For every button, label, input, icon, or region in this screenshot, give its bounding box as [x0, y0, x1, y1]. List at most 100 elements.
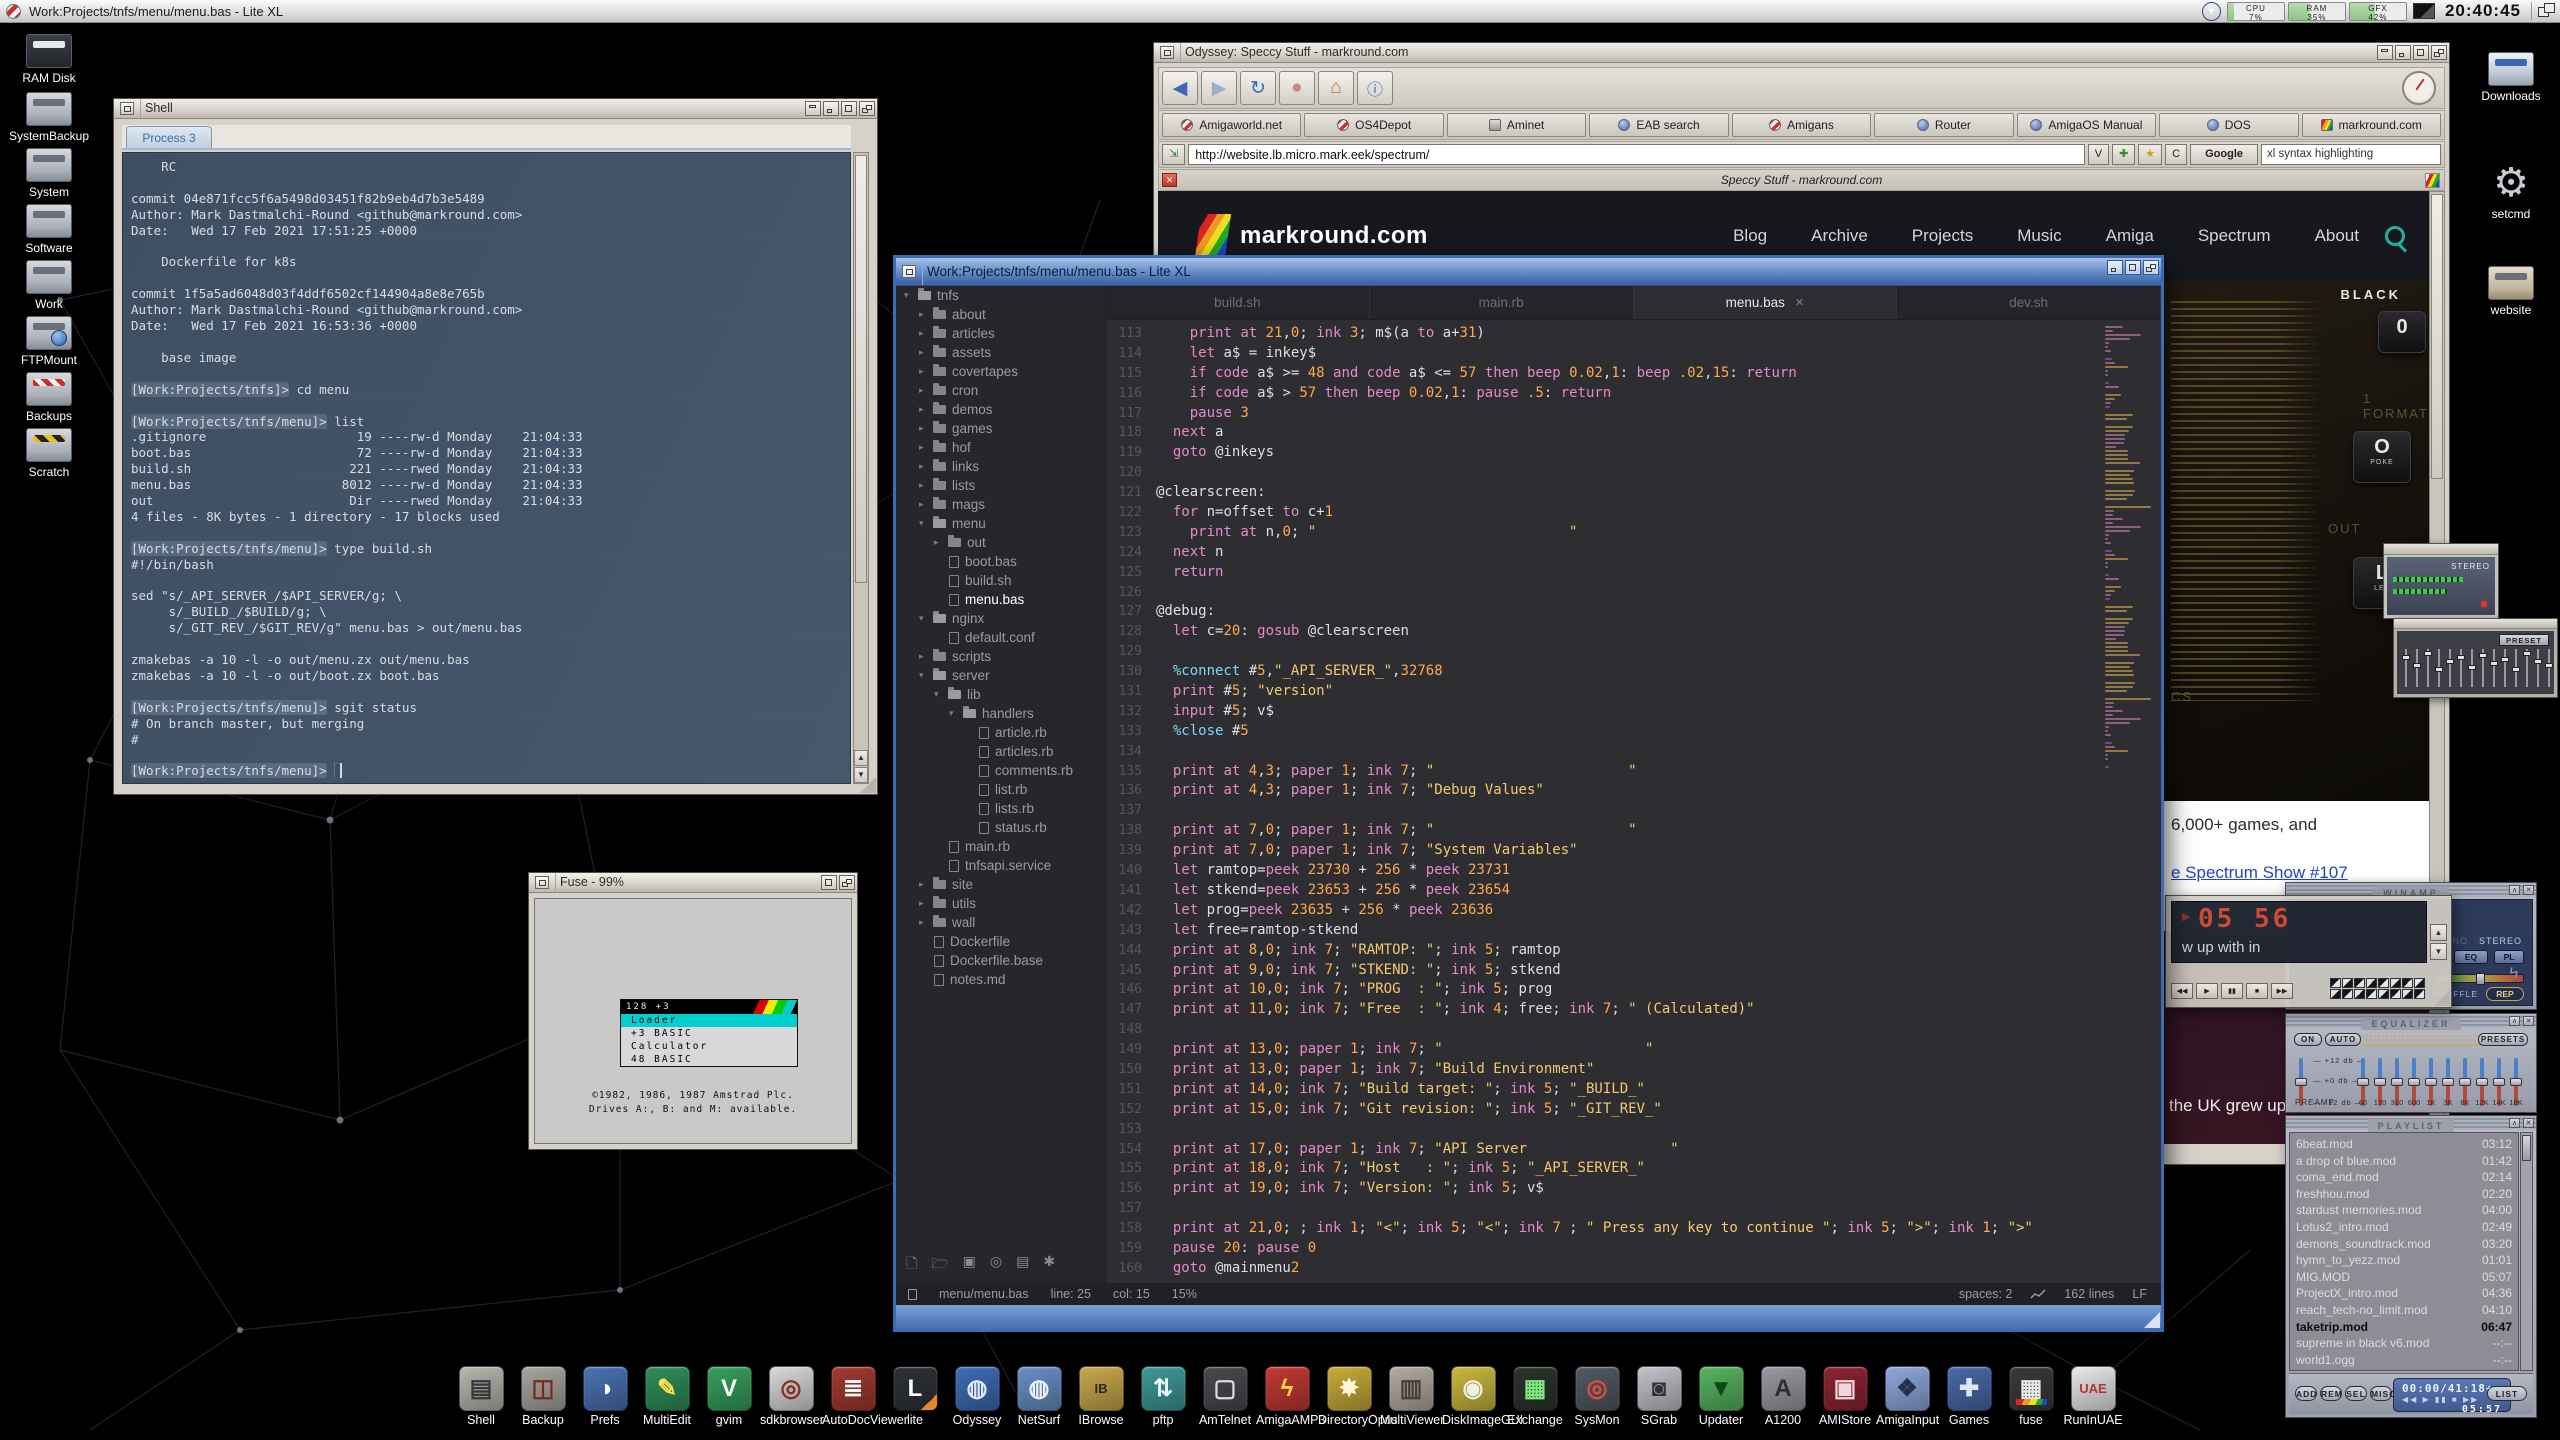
dock-item-updater[interactable]: ▼Updater	[1690, 1366, 1752, 1427]
playlist-row[interactable]: 6beat.mod03:12	[2296, 1136, 2518, 1153]
tree-item-status-rb[interactable]: status.rb	[896, 818, 1105, 837]
desktop-icon-systembackup[interactable]: SystemBackup	[6, 92, 92, 143]
dock-item-odyssey[interactable]: ◍Odyssey	[946, 1366, 1008, 1427]
dock-item-amigainput[interactable]: ❖AmigaInput	[1876, 1366, 1938, 1427]
shade-button[interactable]: ∧	[2509, 1016, 2520, 1026]
site-nav-about[interactable]: About	[2315, 226, 2359, 246]
shade-button[interactable]	[805, 101, 821, 116]
tree-item-assets[interactable]: ▸assets	[896, 343, 1105, 362]
site-logo[interactable]: markround.com	[1198, 214, 1428, 258]
dock-item-fuse[interactable]: ▦fuse	[2000, 1366, 2062, 1427]
tree-item-articles-rb[interactable]: articles.rb	[896, 742, 1105, 761]
tree-item-out[interactable]: ▸out	[896, 533, 1105, 552]
litexl-editor-window[interactable]: Work:Projects/tnfs/menu/menu.bas - Lite …	[893, 255, 2164, 1332]
tree-item-games[interactable]: ▸games	[896, 419, 1105, 438]
depth-button[interactable]	[859, 101, 875, 116]
zoom-button[interactable]	[821, 875, 837, 890]
tree-item-main-rb[interactable]: main.rb	[896, 837, 1105, 856]
mixer-slider[interactable]	[2504, 649, 2506, 687]
dock-item-amtelnet[interactable]: ▢AmTelnet	[1194, 1366, 1256, 1427]
iconify-button[interactable]	[2107, 260, 2123, 275]
screen-titlebar[interactable]: Work:Projects/tnfs/menu/menu.bas - Lite …	[0, 0, 2560, 23]
zoom-button[interactable]	[841, 101, 857, 116]
dock-item-shell[interactable]: ▤Shell	[450, 1366, 512, 1427]
playlist-row[interactable]: ProjectX_intro.mod04:36	[2296, 1285, 2518, 1302]
resize-grip[interactable]	[2144, 1312, 2160, 1328]
editor-titlebar[interactable]: Work:Projects/tnfs/menu/menu.bas - Lite …	[896, 258, 2161, 286]
mixer-slider[interactable]	[2537, 649, 2539, 687]
tree-item-lists-rb[interactable]: lists.rb	[896, 799, 1105, 818]
mini-player-window[interactable]: ▶ 05 56 w up with in ▲ ▼ ◀◀▶▮▮■▶▶	[2165, 895, 2452, 1008]
dock-item-exchange[interactable]: ▦Exchange	[1504, 1366, 1566, 1427]
desktop-icon-ram-disk[interactable]: RAM Disk	[6, 34, 92, 85]
tree-item-mags[interactable]: ▸mags	[896, 495, 1105, 514]
repeat-button[interactable]: REP	[2486, 987, 2524, 1001]
iconify-button[interactable]	[2395, 45, 2411, 60]
resize-grip[interactable]	[2434, 990, 2450, 1006]
desktop-icon-work[interactable]: Work	[6, 260, 92, 311]
tree-item-article-rb[interactable]: article.rb	[896, 723, 1105, 742]
bookmark-amigaworld-net[interactable]: Amigaworld.net	[1162, 113, 1301, 137]
close-tab-icon[interactable]: ✕	[1795, 296, 1804, 309]
tree-item-lib[interactable]: ▾lib	[896, 685, 1105, 704]
tree-item-default-conf[interactable]: default.conf	[896, 628, 1105, 647]
tree-item-lists[interactable]: ▸lists	[896, 476, 1105, 495]
tree-item-links[interactable]: ▸links	[896, 457, 1105, 476]
status-spaces[interactable]: spaces: 2	[1959, 1287, 2013, 1301]
search-field[interactable]: xl syntax highlighting	[2261, 144, 2441, 165]
tree-item-tnfsapi-service[interactable]: tnfsapi.service	[896, 856, 1105, 875]
shade-button[interactable]: ∧	[2509, 1118, 2520, 1128]
dock-item-sysmon[interactable]: ◎SysMon	[1566, 1366, 1628, 1427]
dock-item-prefs[interactable]: ◑Prefs	[574, 1366, 636, 1427]
mixer-slider[interactable]	[2471, 649, 2473, 687]
desktop-icon-ftpmount[interactable]: FTPMount	[6, 316, 92, 367]
tree-item-about[interactable]: ▸about	[896, 305, 1105, 324]
desktop-icon-scratch[interactable]: Scratch	[6, 428, 92, 479]
mixer-slider[interactable]	[2449, 649, 2451, 687]
depth-button[interactable]	[2431, 45, 2447, 60]
shade-button[interactable]: ∧	[2509, 885, 2520, 895]
playlist-row[interactable]: hymn_to_yezz.mod01:01	[2296, 1252, 2518, 1269]
file-tree[interactable]: ▾tnfs▸about▸articles▸assets▸covertapes▸c…	[896, 286, 1106, 1283]
dock-item-runinuae[interactable]: UAERunInUAE	[2062, 1366, 2124, 1427]
tree-item-utils[interactable]: ▸utils	[896, 894, 1105, 913]
tree-item-tnfs[interactable]: ▾tnfs	[896, 286, 1105, 305]
dock-item-amigaamp3[interactable]: ϟAmigaAMP3	[1256, 1366, 1318, 1427]
spectrum-menu-item[interactable]: +3 BASIC	[621, 1027, 797, 1040]
dock-item-autodocviewer[interactable]: ≣AutoDocViewer	[822, 1366, 884, 1427]
site-nav-amiga[interactable]: Amiga	[2106, 226, 2154, 246]
stop-button[interactable]: ●	[1279, 71, 1315, 105]
dock-item-ibrowse[interactable]: IBIBrowse	[1070, 1366, 1132, 1427]
shell-tab-process3[interactable]: Process 3	[126, 126, 212, 148]
zoom-button[interactable]	[2125, 260, 2141, 275]
list-button[interactable]: LIST	[2487, 1386, 2527, 1401]
tree-item-articles[interactable]: ▸articles	[896, 324, 1105, 343]
playlist-row[interactable]: coma_end.mod02:14	[2296, 1169, 2518, 1186]
bookmark-star-icon[interactable]: ★	[2138, 144, 2162, 165]
tree-item-build-sh[interactable]: build.sh	[896, 571, 1105, 590]
playlist-misc-button[interactable]: MISC	[2370, 1386, 2392, 1401]
url-field[interactable]: http://website.lb.micro.mark.eek/spectru…	[1188, 144, 2085, 165]
scroll-up-icon[interactable]: ▲	[2430, 924, 2447, 941]
screens-menu-button[interactable]: ▼	[2202, 2, 2221, 21]
spectrum-menu-item[interactable]: 48 BASIC	[621, 1053, 797, 1066]
bookmark-eab-search[interactable]: EAB search	[1589, 113, 1728, 137]
playlist-row[interactable]: supreme in black v6.mod--:--	[2296, 1335, 2518, 1352]
mixer-slider[interactable]	[2427, 649, 2429, 687]
close-button[interactable]: ✕	[2523, 1016, 2534, 1026]
resize-grip[interactable]	[860, 777, 876, 793]
desktop-icon-system[interactable]: System	[6, 148, 92, 199]
site-nav-music[interactable]: Music	[2017, 226, 2061, 246]
code-area[interactable]: 113 print at 21,0; ink 3; m$(a to a+31)1…	[1106, 320, 2101, 1283]
desktop-icon-software[interactable]: Software	[6, 204, 92, 255]
close-button[interactable]: ✕	[2523, 885, 2534, 895]
dock-item-sdkbrowser[interactable]: ◎sdkbrowser	[760, 1366, 822, 1427]
tree-item-menu[interactable]: ▾menu	[896, 514, 1105, 533]
package-icon[interactable]: ▤	[1016, 1253, 1029, 1277]
tree-item-dockerfile-base[interactable]: Dockerfile.base	[896, 951, 1105, 970]
desktop-icon-setcmd[interactable]: ⚙setcmd	[2468, 162, 2554, 221]
playlist-window[interactable]: PLAYLIST ∧ ✕ 6beat.mod03:12a drop of blu…	[2285, 1115, 2537, 1418]
mixer-slider[interactable]	[2438, 649, 2440, 687]
close-button[interactable]	[902, 265, 916, 278]
dock-item-pftp[interactable]: ⇅pftp	[1132, 1366, 1194, 1427]
